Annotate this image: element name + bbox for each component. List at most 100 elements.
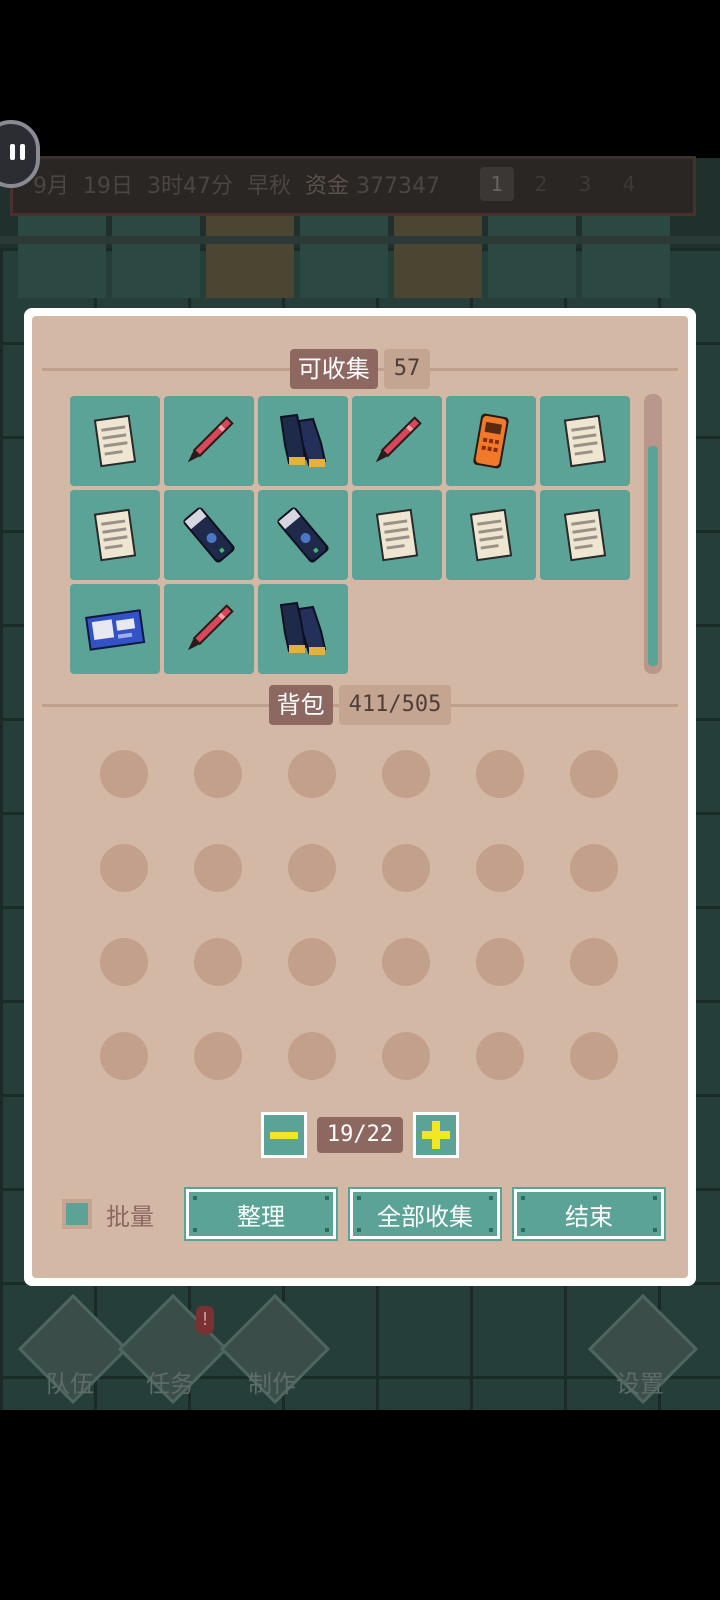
collectable-slot[interactable] <box>540 396 630 486</box>
map-tile <box>300 210 388 298</box>
collectable-slot[interactable] <box>352 490 442 580</box>
backpack-title: 背包 <box>268 685 333 725</box>
map-tile <box>112 210 200 298</box>
id-card-icon <box>83 597 147 661</box>
paper-icon <box>83 503 147 567</box>
map-tile <box>394 210 482 298</box>
collectable-slot[interactable] <box>540 490 630 580</box>
nav-item-quests[interactable]: ! 任务 <box>117 1293 229 1410</box>
backpack-empty-slot[interactable] <box>100 1032 148 1080</box>
sort-button-label: 整理 <box>237 1202 285 1231</box>
scrollbar-thumb[interactable] <box>648 446 658 666</box>
sort-button[interactable]: 整理 <box>184 1187 338 1241</box>
backpack-empty-slot[interactable] <box>194 938 242 986</box>
nav-label: 队伍 <box>46 1370 94 1398</box>
paper-icon <box>553 409 617 473</box>
backpack-empty-slot[interactable] <box>288 938 336 986</box>
dialog-footer: 批量 整理 全部收集 结束 <box>62 1186 674 1242</box>
collectable-slot[interactable] <box>446 396 536 486</box>
backpack-empty-slot[interactable] <box>570 938 618 986</box>
thermos-icon <box>271 503 335 567</box>
page-tab-1[interactable]: 1 <box>480 167 515 201</box>
backpack-empty-slot[interactable] <box>288 1032 336 1080</box>
backpack-empty-slot[interactable] <box>194 1032 242 1080</box>
collectable-slot[interactable] <box>352 396 442 486</box>
backpack-empty-slot[interactable] <box>100 938 148 986</box>
collectable-slot[interactable] <box>258 584 348 674</box>
page-tab-3[interactable]: 3 <box>568 167 602 201</box>
date-month: 9月 <box>33 174 69 199</box>
finish-button[interactable]: 结束 <box>512 1187 666 1241</box>
collectable-slot[interactable] <box>70 490 160 580</box>
page-tab-4[interactable]: 4 <box>612 167 646 201</box>
prev-page-button[interactable] <box>260 1112 307 1158</box>
nav-label: 制作 <box>248 1370 296 1398</box>
nav-label: 任务 <box>146 1370 194 1398</box>
paper-icon <box>83 409 147 473</box>
pen-icon <box>177 409 241 473</box>
finish-button-label: 结束 <box>565 1202 613 1231</box>
collectable-slot[interactable] <box>258 396 348 486</box>
collectable-slot[interactable] <box>446 490 536 580</box>
gloves-icon <box>271 597 335 661</box>
backpack-empty-slot[interactable] <box>288 750 336 798</box>
collect-all-button[interactable]: 全部收集 <box>348 1187 502 1241</box>
backpack-empty-slot[interactable] <box>382 938 430 986</box>
backpack-empty-slot[interactable] <box>476 750 524 798</box>
backpack-empty-slot[interactable] <box>194 750 242 798</box>
backpack-empty-slot[interactable] <box>194 844 242 892</box>
thermos-icon <box>177 503 241 567</box>
page-indicator: 19/22 <box>316 1117 404 1153</box>
collectable-slot[interactable] <box>70 584 160 674</box>
collectable-count: 57 <box>383 349 431 389</box>
collectable-grid <box>70 396 634 674</box>
nav-item-settings[interactable]: 设置 <box>587 1293 699 1410</box>
collectable-header: 可收集 57 <box>42 348 678 390</box>
collectable-scrollbar[interactable] <box>644 394 662 674</box>
pen-icon <box>177 597 241 661</box>
collectable-slot[interactable] <box>258 490 348 580</box>
page-tab-2[interactable]: 2 <box>524 167 558 201</box>
loot-dialog: 可收集 57 背包 411/505 19/22 批量 整理 全部收集 结束 <box>24 308 696 1286</box>
backpack-empty-slot[interactable] <box>382 844 430 892</box>
backpack-header: 背包 411/505 <box>42 684 678 726</box>
map-tile <box>18 210 106 298</box>
paper-icon <box>553 503 617 567</box>
backpack-empty-slot[interactable] <box>476 1032 524 1080</box>
pause-icon <box>10 144 15 160</box>
backpack-empty-slot[interactable] <box>100 750 148 798</box>
backpack-empty-slot[interactable] <box>382 1032 430 1080</box>
backpack-capacity: 411/505 <box>338 685 452 725</box>
nav-label: 设置 <box>616 1370 664 1398</box>
date-day: 19日 <box>83 174 133 199</box>
page-tabs: 1 2 3 4 <box>480 167 646 201</box>
collectable-slot[interactable] <box>164 584 254 674</box>
next-page-button[interactable] <box>413 1112 460 1158</box>
nav-item-team[interactable]: 队伍 <box>17 1293 129 1410</box>
map-tile <box>206 210 294 298</box>
backpack-empty-slot[interactable] <box>288 844 336 892</box>
collect-all-button-label: 全部收集 <box>377 1202 473 1231</box>
season-label: 早秋 <box>247 174 292 199</box>
paper-icon <box>365 503 429 567</box>
backpack-empty-slot[interactable] <box>382 750 430 798</box>
collectable-slot[interactable] <box>164 396 254 486</box>
money-label: 资金 <box>305 174 350 199</box>
backpack-empty-slot[interactable] <box>100 844 148 892</box>
backpack-empty-slot[interactable] <box>570 750 618 798</box>
bulk-checkbox[interactable] <box>62 1199 92 1229</box>
gloves-icon <box>271 409 335 473</box>
collectable-slot[interactable] <box>70 396 160 486</box>
map-tile <box>488 210 576 298</box>
backpack-empty-slot[interactable] <box>570 1032 618 1080</box>
nav-item-crafting[interactable]: 制作 <box>219 1293 331 1410</box>
money-value: 377347 <box>356 174 441 199</box>
backpack-empty-slot[interactable] <box>476 938 524 986</box>
backpack-empty-slot[interactable] <box>476 844 524 892</box>
minus-icon <box>269 1131 298 1139</box>
walkie-talkie-icon <box>459 409 523 473</box>
bulk-label: 批量 <box>106 1202 154 1231</box>
time-label: 3时47分 <box>147 174 233 199</box>
collectable-slot[interactable] <box>164 490 254 580</box>
backpack-empty-slot[interactable] <box>570 844 618 892</box>
